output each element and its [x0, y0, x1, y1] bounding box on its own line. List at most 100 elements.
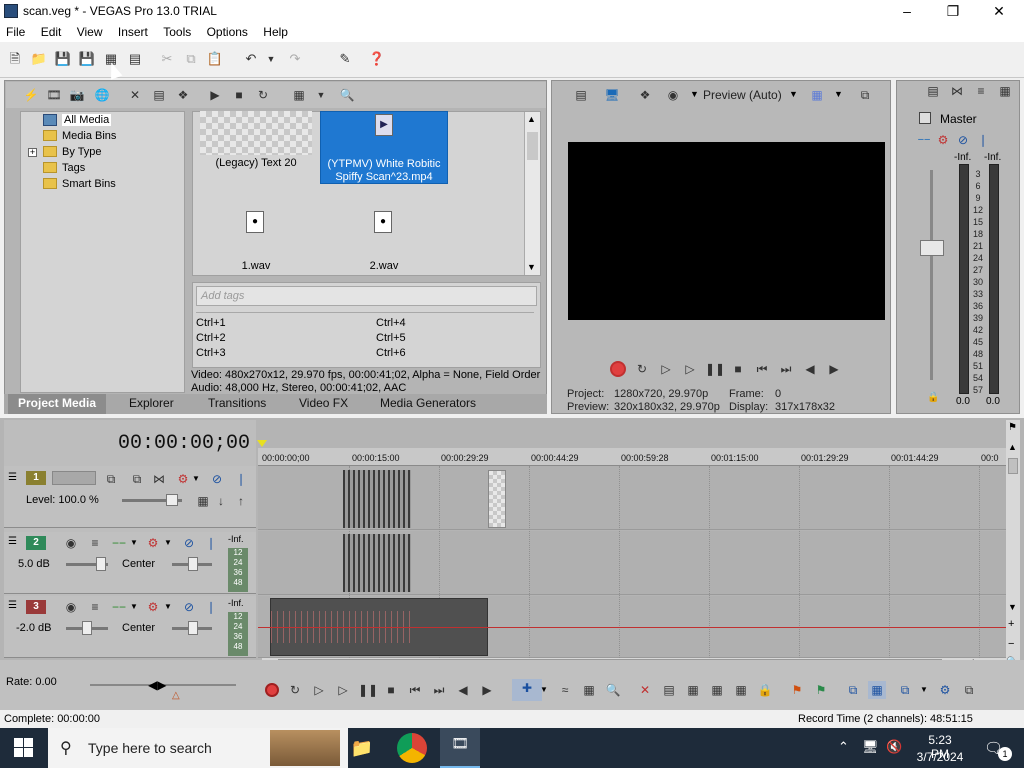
legacy-text-thumbnail[interactable]	[200, 111, 312, 155]
taskbar-search-box[interactable]: ⚲ Type here to search	[48, 728, 348, 768]
import-media-icon[interactable]: ⚡	[22, 86, 40, 104]
invert-phase-icon[interactable]: ≡	[86, 598, 104, 616]
ignore-grouping-icon[interactable]: ⧉	[960, 681, 978, 699]
track-fx-dropdown-icon[interactable]: ▼	[164, 602, 172, 611]
tag-shortcut[interactable]: Ctrl+2	[196, 332, 226, 344]
capture-video-icon[interactable]: 🎞	[45, 86, 63, 104]
master-mute-icon[interactable]: ⊘	[954, 131, 972, 149]
media-grid-scrollbar[interactable]: ▲ ▼	[524, 112, 540, 275]
stop-icon[interactable]: ■	[382, 681, 400, 699]
track-fx-icon[interactable]: ⚙	[144, 598, 162, 616]
track-motion-icon[interactable]: ⧉	[102, 470, 120, 488]
tree-item-all-media[interactable]: All Media	[43, 112, 112, 128]
envelope-tool-icon[interactable]: ≈	[556, 681, 574, 699]
track-mute-icon[interactable]: ⊘	[180, 534, 198, 552]
arm-record-icon[interactable]: ◉	[62, 534, 80, 552]
trim-end-icon[interactable]: ▦	[708, 681, 726, 699]
track-solo-icon[interactable]: ❘	[232, 470, 250, 488]
track-mute-icon[interactable]: ⊘	[208, 470, 226, 488]
cursor-marker-icon[interactable]	[257, 440, 267, 447]
fx-dropdown-icon[interactable]: ▼	[130, 602, 138, 611]
track-menu-icon[interactable]: ☰	[8, 536, 17, 547]
video-clip-events[interactable]	[343, 470, 411, 528]
auto-preview-icon[interactable]: ↻	[254, 86, 272, 104]
show-hidden-icons[interactable]: ⌃	[838, 739, 849, 755]
media-fx-icon[interactable]: ❖	[174, 86, 192, 104]
master-lock-icon[interactable]: ▦	[996, 82, 1014, 100]
menu-edit[interactable]: Edit	[35, 22, 68, 39]
delete-icon[interactable]: ✕	[636, 681, 654, 699]
move-up-icon[interactable]: ↑	[232, 492, 250, 510]
network-icon[interactable]: 🖥	[862, 739, 879, 755]
tab-transitions[interactable]: Transitions	[208, 394, 266, 414]
track-name-field[interactable]	[52, 471, 96, 485]
redo-icon[interactable]: ↷	[286, 50, 304, 68]
volume-envelope[interactable]	[258, 627, 1006, 628]
maximize-button[interactable]: ❐	[930, 0, 976, 22]
track-fx-chain-icon[interactable]: −−	[110, 598, 128, 616]
track-parent-icon[interactable]: ⋈	[150, 470, 168, 488]
track-fx-chain-icon[interactable]: −−	[110, 534, 128, 552]
master-solo-icon[interactable]: ❘	[974, 131, 992, 149]
views-dropdown-icon[interactable]: ▼	[312, 86, 330, 104]
insert-region-icon[interactable]: ⚑	[812, 681, 830, 699]
undo-dropdown-icon[interactable]: ▼	[262, 50, 280, 68]
edit-tool-dropdown-icon[interactable]: ▼	[540, 685, 548, 694]
zoom-out-icon[interactable]: −	[1008, 638, 1014, 650]
tree-item-by-type[interactable]: By Type	[43, 144, 102, 160]
scroll-down-icon[interactable]: ▼	[1008, 602, 1017, 612]
what-is-this-help-icon[interactable]: ❓	[368, 50, 386, 68]
get-media-icon[interactable]: 📷	[68, 86, 86, 104]
track-compositing-icon[interactable]: ⧉	[128, 470, 146, 488]
chrome-icon[interactable]	[397, 733, 427, 763]
track-fx-dropdown-icon[interactable]: ▼	[192, 474, 200, 483]
scroll-thumb[interactable]	[527, 132, 538, 160]
paste-icon[interactable]: 📋	[206, 50, 224, 68]
level-slider-handle[interactable]	[166, 494, 178, 506]
next-frame-icon[interactable]: ▶	[478, 681, 496, 699]
close-button[interactable]: ✕	[976, 0, 1022, 22]
text-clip-event[interactable]	[488, 470, 506, 528]
tree-item-tags[interactable]: Tags	[43, 160, 85, 176]
record-button-icon[interactable]	[265, 683, 279, 697]
track-menu-icon[interactable]: ☰	[8, 600, 17, 611]
tag-shortcut[interactable]: Ctrl+6	[376, 347, 406, 359]
media-properties-icon[interactable]: ▤	[150, 86, 168, 104]
tree-item-smart-bins[interactable]: Smart Bins	[43, 176, 116, 192]
auto-ripple-icon[interactable]: ⧉	[844, 681, 862, 699]
media-item-selected[interactable]: ▶ (YTPMV) White Robitic Spiffy Scan^23.m…	[320, 111, 448, 184]
arm-record-icon[interactable]: ◉	[62, 598, 80, 616]
play-from-start-icon[interactable]: ▷	[657, 360, 675, 378]
undo-icon[interactable]: ↶	[242, 50, 260, 68]
zoom-in-icon[interactable]: +	[1008, 618, 1014, 630]
track-fx-icon[interactable]: ⚙	[174, 470, 192, 488]
tab-media-generators[interactable]: Media Generators	[380, 394, 476, 414]
scroll-up-icon[interactable]: ▲	[527, 114, 536, 124]
tag-shortcut[interactable]: Ctrl+5	[376, 332, 406, 344]
track-solo-icon[interactable]: ❘	[202, 534, 220, 552]
views-icon[interactable]: ▦	[290, 86, 308, 104]
scroll-down-icon[interactable]: ▼	[527, 262, 536, 272]
invert-phase-icon[interactable]: ≡	[86, 534, 104, 552]
track-solo-icon[interactable]: ❘	[202, 598, 220, 616]
preview-properties-icon[interactable]: ▤	[572, 86, 590, 104]
move-down-icon[interactable]: ↓	[212, 492, 230, 510]
split-screen-icon[interactable]: ◉	[664, 86, 682, 104]
insert-marker-icon[interactable]: ⚑	[788, 681, 806, 699]
selection-tool-icon[interactable]: ▦	[580, 681, 598, 699]
stop-media-icon[interactable]: ■	[230, 86, 248, 104]
overlays-dropdown-icon[interactable]: ▼	[834, 89, 843, 99]
menu-help[interactable]: Help	[257, 22, 294, 39]
scroll-up-icon[interactable]: ▲	[1008, 442, 1017, 452]
properties-icon[interactable]: ▤	[126, 50, 144, 68]
menu-insert[interactable]: Insert	[112, 22, 154, 39]
master-properties-icon[interactable]: ▤	[924, 82, 942, 100]
timeline-vertical-scrollbar[interactable]: ⚑ ▲ ▼ + −	[1006, 420, 1020, 660]
external-monitor-icon[interactable]: 🖥	[603, 86, 621, 104]
track-fx-dropdown-icon[interactable]: ▼	[164, 538, 172, 547]
play-from-start-icon[interactable]: ▷	[310, 681, 328, 699]
go-to-end-icon[interactable]: ⏭	[430, 681, 448, 699]
master-downmix-icon[interactable]: ⋈	[948, 82, 966, 100]
menu-tools[interactable]: Tools	[157, 22, 197, 39]
volume-slider-handle[interactable]	[96, 557, 106, 571]
